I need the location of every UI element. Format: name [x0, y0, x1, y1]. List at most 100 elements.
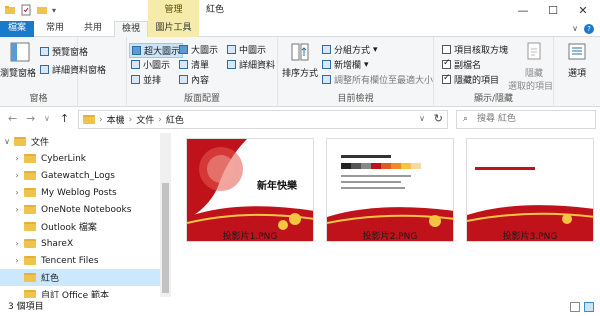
layout-small-icons[interactable]: 小圖示	[131, 58, 170, 71]
chevron-right-icon[interactable]: ›	[10, 154, 24, 163]
address-dropdown-icon[interactable]: ∨	[419, 114, 425, 123]
layout-large-icons[interactable]: 大圖示	[179, 43, 218, 56]
chevron-right-icon[interactable]: ›	[10, 188, 24, 197]
tab-file[interactable]: 檔案	[0, 21, 34, 37]
close-button[interactable]: ✕	[568, 0, 598, 21]
file-extensions-checkbox[interactable]	[442, 58, 451, 69]
nav-item-cyberlink[interactable]: › CyberLink	[0, 150, 160, 167]
status-bar: 3 個項目	[0, 298, 600, 316]
nav-scrollbar-thumb[interactable]	[162, 183, 169, 293]
layout-option-label: 詳細資料	[239, 61, 276, 71]
nav-item-sharex[interactable]: › ShareX	[0, 235, 160, 252]
breadcrumb-item-documents[interactable]: 文件	[136, 113, 154, 126]
size-columns-icon	[322, 75, 331, 84]
content-icon	[179, 75, 188, 84]
recent-locations-chevron-icon[interactable]: ∨	[44, 114, 50, 123]
size-all-columns-button[interactable]: 調整所有欄位至最適大小	[322, 73, 433, 86]
minimize-button[interactable]: —	[508, 0, 538, 21]
nav-item-tencent-files[interactable]: › Tencent Files	[0, 252, 160, 269]
ribbon-tabs: 檔案 常用 共用 檢視 圖片工具 ∨ ?	[0, 21, 600, 38]
nav-scrollbar[interactable]	[160, 133, 171, 297]
nav-item-my-weblog-posts[interactable]: › My Weblog Posts	[0, 184, 160, 201]
nav-item-gatewatch-logs[interactable]: › Gatewatch_Logs	[0, 167, 160, 184]
size-columns-label: 調整所有欄位至最適大小	[334, 76, 434, 86]
current-view-group: 排序方式 分組方式 ▾ 新增欄 ▾ 調整所有欄位至最適大小 目前檢視	[278, 37, 434, 107]
details-icon	[227, 60, 236, 69]
expand-ribbon-icon[interactable]: ∨	[572, 24, 578, 33]
chevron-right-icon[interactable]: ›	[10, 256, 24, 265]
file-thumbnail[interactable]	[466, 138, 594, 242]
layout-content[interactable]: 內容	[179, 73, 209, 86]
nav-item-label: ShareX	[41, 238, 74, 249]
medium-icons-icon	[227, 45, 236, 54]
hide-selected-button[interactable]: 隱藏 選取的項目	[508, 41, 553, 92]
nav-item-red[interactable]: 紅色	[0, 269, 160, 286]
file-view: 新年快樂 投影片1.PNG 投影片2.PNG 投影片3.PNG	[172, 133, 600, 297]
chevron-down-icon[interactable]: ∨	[0, 137, 14, 146]
nav-item-label: Gatewatch_Logs	[41, 170, 115, 181]
tiles-icon	[131, 75, 140, 84]
layout-option-label: 內容	[191, 76, 210, 86]
hidden-items-label: 隱藏的項目	[454, 76, 500, 86]
panes-group: 瀏覽窗格 預覽窗格 詳細資料窗格 窗格	[0, 37, 106, 107]
layout-details[interactable]: 詳細資料	[227, 58, 275, 71]
help-icon[interactable]: ?	[584, 24, 594, 34]
details-pane-button[interactable]: 詳細資料窗格	[40, 63, 106, 76]
properties-icon[interactable]	[20, 4, 32, 16]
item-checkboxes-checkbox[interactable]	[442, 45, 451, 54]
title-bar: ▾ 管理 紅色 — ☐ ✕	[0, 0, 600, 22]
maximize-button[interactable]: ☐	[538, 0, 568, 21]
nav-item-documents[interactable]: ∨ 文件	[0, 133, 160, 150]
customize-qat-icon[interactable]: ▾	[52, 6, 56, 15]
tab-view[interactable]: 檢視	[114, 21, 148, 38]
group-by-button[interactable]: 分組方式 ▾	[322, 43, 378, 56]
folder-icon	[83, 115, 95, 124]
options-icon	[568, 43, 586, 60]
add-columns-icon	[322, 60, 331, 69]
chevron-right-icon[interactable]: ›	[10, 205, 24, 214]
file-name[interactable]: 投影片3.PNG	[466, 229, 594, 242]
up-arrow-icon[interactable]: ↑	[60, 112, 69, 125]
add-columns-button[interactable]: 新增欄 ▾	[322, 58, 369, 71]
chevron-right-icon[interactable]: ›	[10, 239, 24, 248]
file-thumbnail[interactable]: 新年快樂	[186, 138, 314, 242]
tab-home[interactable]: 常用	[38, 21, 72, 37]
file-name[interactable]: 投影片1.PNG	[186, 229, 314, 242]
details-view-icon[interactable]	[570, 302, 580, 312]
nav-item-label: Outlook 檔案	[41, 223, 97, 233]
nav-item-outlook-files[interactable]: Outlook 檔案	[0, 218, 160, 235]
file-name[interactable]: 投影片2.PNG	[326, 229, 454, 242]
refresh-icon[interactable]: ↻	[434, 112, 443, 125]
nav-item-onenote-notebooks[interactable]: › OneNote Notebooks	[0, 201, 160, 218]
window-title: 紅色	[206, 5, 225, 15]
large-icons-view-icon[interactable]	[584, 302, 594, 312]
tab-picture-tools[interactable]: 圖片工具	[148, 21, 199, 37]
hidden-items-toggle[interactable]: 隱藏的項目	[442, 73, 499, 86]
layout-medium-icons[interactable]: 中圖示	[227, 43, 266, 56]
address-bar[interactable]: › 本機 › 文件 › 紅色 ∨ ↻	[78, 110, 448, 129]
folder-icon	[24, 205, 36, 214]
breadcrumb-item-this-pc[interactable]: 本機	[107, 113, 125, 126]
current-view-group-label: 目前檢視	[337, 94, 374, 104]
nav-pane-button[interactable]: 瀏覽窗格	[0, 41, 36, 79]
new-folder-icon[interactable]	[36, 4, 48, 16]
layout-tiles[interactable]: 並排	[131, 73, 161, 86]
details-pane-label: 詳細資料窗格	[52, 66, 107, 76]
options-button[interactable]: 選項	[562, 41, 592, 79]
preview-pane-button[interactable]: 預覽窗格	[40, 45, 88, 58]
forward-arrow-icon[interactable]: →	[26, 112, 35, 125]
item-checkboxes-toggle[interactable]: 項目核取方塊	[442, 43, 508, 56]
breadcrumb-item-current[interactable]: 紅色	[166, 113, 184, 126]
hidden-items-checkbox[interactable]	[442, 73, 451, 84]
file-thumbnail[interactable]	[326, 138, 454, 242]
search-input[interactable]: ⌕ 搜尋 紅色	[456, 110, 596, 129]
details-pane-icon	[40, 65, 49, 74]
tab-share[interactable]: 共用	[76, 21, 110, 37]
layout-group-label: 版面配置	[183, 94, 220, 104]
layout-extra-large-icons[interactable]: 超大圖示	[129, 43, 184, 58]
file-extensions-toggle[interactable]: 副檔名	[442, 58, 481, 71]
layout-list[interactable]: 清單	[179, 58, 209, 71]
back-arrow-icon[interactable]: ←	[8, 112, 17, 125]
sort-by-button[interactable]: 排序方式	[282, 41, 318, 79]
chevron-right-icon[interactable]: ›	[10, 171, 24, 180]
